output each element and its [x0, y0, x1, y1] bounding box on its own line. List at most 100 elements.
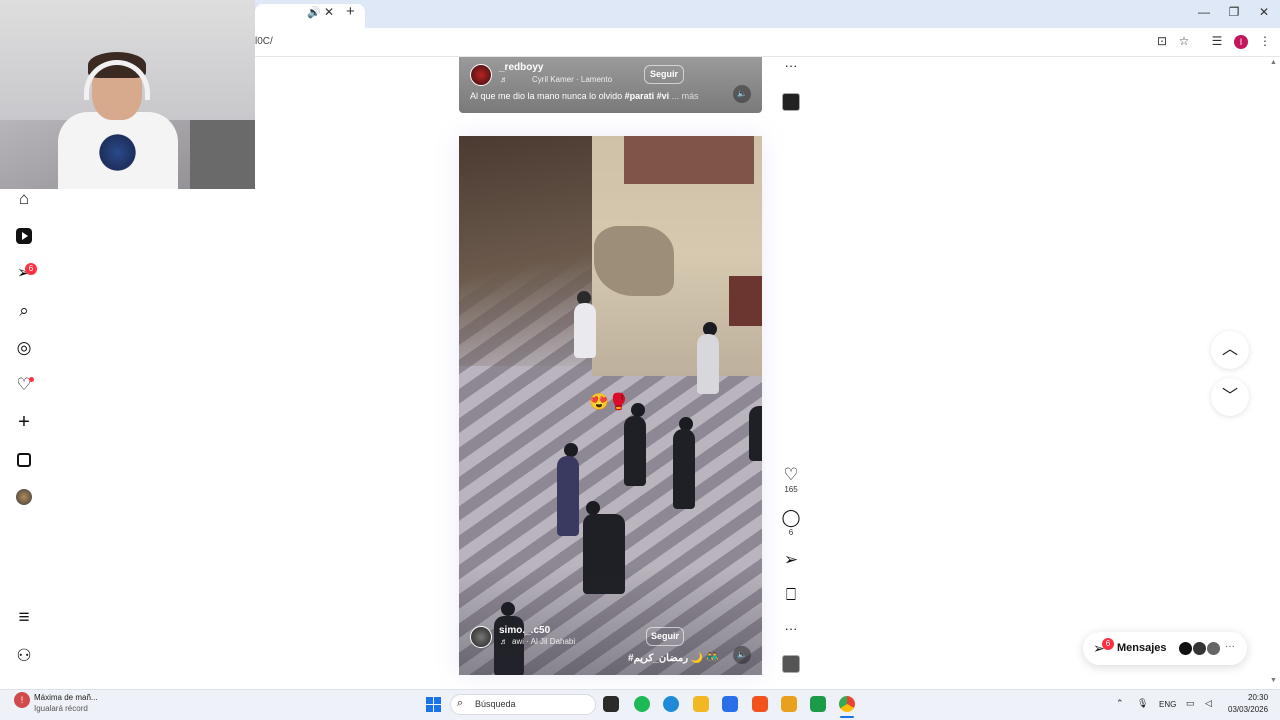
taskbar-search-placeholder[interactable]: Búsqueda	[475, 699, 516, 709]
more-menu-icon[interactable]: ≡	[14, 608, 34, 628]
conversation-avatar[interactable]	[1206, 641, 1221, 656]
webcam-overlay	[0, 0, 255, 189]
taskbar-search[interactable]	[450, 694, 596, 715]
dashboard-icon[interactable]	[17, 453, 31, 467]
comment-action[interactable]: ◯ 6	[781, 509, 801, 538]
rockstar-launcher-icon[interactable]	[781, 696, 797, 712]
share-icon[interactable]: ➢	[781, 551, 801, 569]
messages-more-icon[interactable]: ···	[1225, 641, 1235, 652]
video-person	[557, 456, 579, 536]
microsoft-store-icon[interactable]	[722, 696, 738, 712]
reel1-follow-button[interactable]: Seguir	[644, 65, 684, 84]
reel1-more-link[interactable]: ... más	[669, 91, 699, 101]
clock-date[interactable]: 03/03/2026	[1228, 705, 1268, 714]
video-roof	[624, 136, 754, 184]
restore-icon[interactable]: ❐	[1224, 5, 1244, 19]
next-reel-button[interactable]: ﹀	[1211, 378, 1249, 416]
weather-widget-title[interactable]: Máxima de mañ...	[34, 693, 98, 702]
conversation-avatar[interactable]	[1178, 641, 1193, 656]
save-action[interactable]: ⎕	[781, 586, 801, 604]
more-dots-icon[interactable]: ···	[781, 620, 801, 638]
reel1-audio-thumbnail[interactable]	[782, 93, 800, 111]
profile-avatar-nav[interactable]	[16, 489, 32, 505]
video-person	[631, 403, 645, 417]
window-close-icon[interactable]: ✕	[1254, 5, 1274, 19]
scroll-up-icon[interactable]: ▲	[1270, 59, 1277, 66]
chrome-taskbar-icon[interactable]	[839, 696, 855, 712]
install-app-icon[interactable]: ⊡	[1154, 34, 1170, 48]
reel2-more-action[interactable]: ···	[781, 620, 801, 638]
home-icon[interactable]: ⌂	[14, 189, 34, 209]
network-icon[interactable]: ▭	[1186, 698, 1195, 709]
reel2-avatar[interactable]	[470, 626, 492, 648]
weather-alert-icon[interactable]: !	[14, 692, 30, 708]
meta-apps-icon[interactable]: ⚇	[14, 646, 34, 666]
comment-icon[interactable]: ◯	[781, 509, 801, 527]
page-scrollbar[interactable]	[1268, 57, 1280, 689]
previous-reel-button[interactable]: ︿	[1211, 331, 1249, 369]
like-action[interactable]: ♡ 165	[781, 466, 801, 495]
spotify-icon[interactable]	[634, 696, 650, 712]
reel1-more-icon[interactable]: ···	[783, 58, 799, 73]
bookmark-star-icon[interactable]: ☆	[1176, 34, 1192, 48]
file-explorer-icon[interactable]	[693, 696, 709, 712]
comment-count: 6	[788, 528, 794, 537]
reel1-caption[interactable]: Al que me dio la mano nunca lo olvido #p…	[470, 91, 699, 101]
video-person	[749, 406, 762, 461]
reel2-caption[interactable]: #رمضان_كريم 🌙 👬	[628, 653, 719, 664]
conversation-avatar[interactable]	[1192, 641, 1207, 656]
notification-dot	[29, 377, 34, 382]
reels-icon[interactable]	[16, 228, 32, 244]
reel2-follow-button[interactable]: Seguir	[646, 627, 684, 646]
tab-audio-icon[interactable]: 🔊	[307, 6, 321, 19]
minimize-icon[interactable]: —	[1194, 5, 1214, 19]
video-emoji-sticker: 😍🥊	[589, 394, 629, 411]
new-tab-icon[interactable]: +	[346, 3, 355, 20]
music-note-icon: ♬	[500, 637, 508, 646]
task-view-icon[interactable]	[603, 696, 619, 712]
taskbar-search-icon: ⌕	[457, 697, 464, 709]
tab-close-icon[interactable]: ✕	[324, 5, 334, 19]
like-count: 165	[784, 485, 798, 494]
reel2-audio-thumbnail[interactable]	[782, 655, 800, 673]
heart-icon[interactable]: ♡	[781, 466, 801, 484]
video-wall-damage	[594, 226, 674, 296]
url-text[interactable]: l0C/	[255, 36, 273, 47]
android-app-icon[interactable]	[810, 696, 826, 712]
reel1-avatar[interactable]	[470, 64, 492, 86]
media-control-icon[interactable]: ☰	[1209, 34, 1225, 48]
share-action[interactable]: ➢	[781, 551, 801, 569]
language-indicator[interactable]: ENG	[1159, 700, 1176, 709]
reel-video[interactable]: 😍🥊	[459, 136, 762, 675]
video-person	[673, 429, 695, 509]
reel1-volume-icon[interactable]: 🔈	[733, 85, 751, 103]
reel2-volume-icon[interactable]: 🔈	[733, 646, 751, 664]
reel1-caption-text: Al que me dio la mano nunca lo olvido	[470, 91, 625, 101]
brave-icon[interactable]	[752, 696, 768, 712]
start-logo-tile	[434, 705, 441, 712]
profile-avatar[interactable]: I	[1234, 35, 1248, 49]
start-logo-tile	[434, 697, 441, 704]
edge-icon[interactable]	[663, 696, 679, 712]
speaker-icon[interactable]: ◁	[1205, 698, 1212, 709]
bookmark-icon[interactable]: ⎕	[781, 586, 801, 604]
reel2-song[interactable]: awi · Al Jil Dahabi	[512, 637, 575, 646]
scroll-down-icon[interactable]: ▼	[1270, 677, 1277, 684]
reel1-username[interactable]: _redboyy	[499, 62, 543, 73]
reel1-caption-tags[interactable]: #parati #vi	[625, 91, 670, 101]
reel1-song[interactable]: Cyril Kamer · Lamento	[532, 75, 612, 84]
start-logo-tile	[426, 697, 433, 704]
clock-time[interactable]: 20:30	[1248, 693, 1268, 702]
browser-menu-icon[interactable]: ⋮	[1257, 34, 1273, 48]
windows-start-icon[interactable]	[426, 697, 441, 712]
search-icon[interactable]: ⌕	[14, 301, 34, 321]
messages-label[interactable]: Mensajes	[1117, 642, 1167, 654]
video-person	[624, 416, 646, 486]
weather-widget-subtitle[interactable]: Igualará récord	[34, 704, 88, 713]
create-icon[interactable]: +	[14, 412, 34, 432]
video-person	[697, 334, 719, 394]
tray-chevron-icon[interactable]: ⌃	[1116, 698, 1124, 709]
explore-icon[interactable]: ◎	[14, 338, 34, 358]
microphone-icon[interactable]: 🎙	[1137, 698, 1148, 709]
reel2-username[interactable]: simo._.c50	[499, 625, 550, 636]
